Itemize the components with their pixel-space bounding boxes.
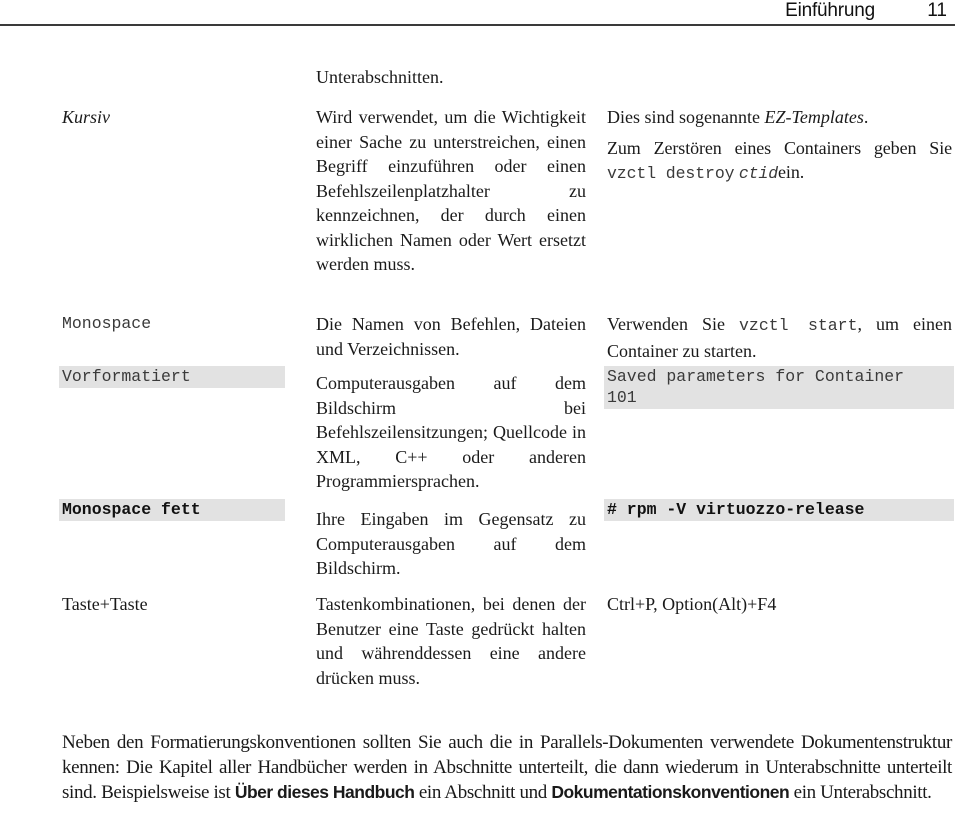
description-monospace: Die Namen von Befehlen, Dateien und Verz…: [316, 314, 586, 359]
inline-code-placeholder: ctid: [738, 164, 779, 183]
example-monospace: Verwenden Sie vzctl start, um einen Cont…: [607, 314, 953, 361]
description-italic: Wird verwendet, um die Wichtigkeit einer…: [316, 107, 586, 274]
convention-monospace-bold: Monospace fett: [59, 499, 285, 521]
inline-code: vzctl destroy: [607, 164, 735, 183]
inline-code: vzctl start: [739, 316, 858, 335]
description-key-combo: Tastenkombinationen, bei denen der Benut…: [316, 594, 586, 688]
convention-preformatted: Vorformatiert: [59, 366, 285, 388]
description-monospace-bold: Ihre Eingaben im Gegensatz zu Computerau…: [316, 509, 586, 578]
section-reference[interactable]: Über dieses Handbuch: [235, 782, 415, 802]
example-italic: Dies sind sogenannte EZ-Templates. Zum Z…: [607, 105, 952, 187]
body-paragraph: Neben den Formatierungskonventionen soll…: [62, 732, 952, 803]
example-key-combo: Ctrl+P, Option(Alt)+F4: [607, 594, 777, 614]
convention-italic: Kursiv: [62, 105, 284, 130]
continued-description: Unterabschnitten.: [316, 67, 444, 87]
chapter-title: Einführung: [785, 0, 875, 21]
example-monospace-bold: # rpm -V virtuozzo-release: [604, 499, 954, 521]
example-preformatted: Saved parameters for Container 101: [604, 366, 954, 409]
subsection-reference[interactable]: Dokumentationskonventionen: [551, 782, 789, 802]
page-number: 11: [927, 0, 947, 21]
convention-key-combo: Taste+Taste: [62, 594, 148, 614]
convention-label: Kursiv: [62, 107, 111, 127]
description-preformatted: Computerausgaben auf dem Bildschirm bei …: [316, 373, 586, 491]
running-header: Einführung 11: [0, 0, 955, 26]
convention-monospace: Monospace: [62, 314, 152, 333]
example-italic-line1: Dies sind sogenannte EZ-Templates.: [607, 107, 869, 127]
example-italic-line2: Zum Zerstören eines Containers geben Sie…: [607, 137, 952, 184]
